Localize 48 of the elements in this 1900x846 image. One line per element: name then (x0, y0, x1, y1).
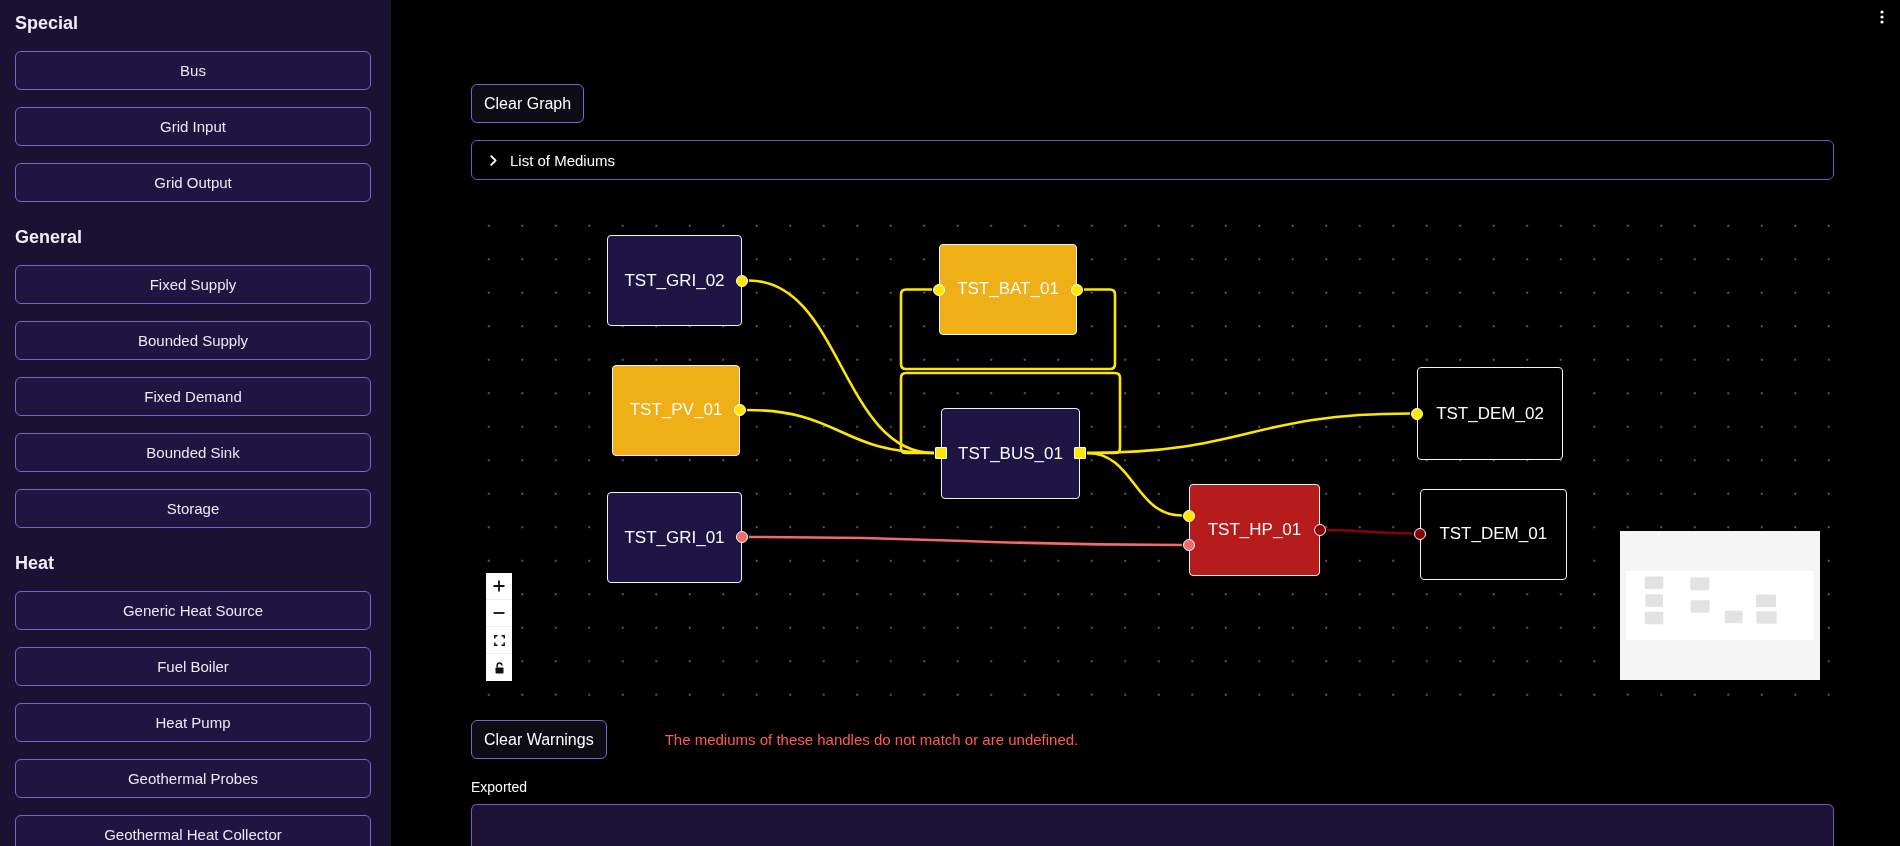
warning-message: The mediums of these handles do not match or are undefined. (664, 731, 1079, 748)
node-label: TST_GRI_02 (624, 270, 725, 291)
minimap-node (1645, 594, 1663, 607)
component-button[interactable]: Fuel Boiler (15, 647, 371, 686)
fit-view-icon (493, 634, 505, 646)
node-label: TST_HP_01 (1207, 519, 1302, 540)
minus-icon (493, 612, 505, 614)
component-button[interactable]: Generic Heat Source (15, 591, 371, 630)
node-label: TST_GRI_01 (624, 527, 725, 548)
minimap-node (1756, 611, 1777, 624)
component-button[interactable]: Fixed Demand (15, 377, 371, 416)
component-button[interactable]: Bus (15, 51, 371, 90)
more-options-icon[interactable] (1880, 10, 1884, 24)
graph-node[interactable]: TST_HP_01 (1189, 484, 1320, 576)
connection-handle[interactable] (1183, 539, 1195, 551)
component-button[interactable]: Bounded Sink (15, 433, 371, 472)
graph-node[interactable]: TST_GRI_02 (607, 235, 742, 326)
section-heading: Special (15, 12, 80, 34)
node-label: TST_DEM_02 (1436, 403, 1544, 424)
component-button[interactable]: Grid Output (15, 163, 371, 202)
graph-node[interactable]: TST_DEM_02 (1417, 367, 1563, 460)
minimap-node (1690, 600, 1710, 613)
section-heading: General (15, 226, 84, 248)
export-label: Exported (471, 779, 528, 796)
graph-node[interactable]: TST_DEM_01 (1419, 488, 1567, 580)
clear-warnings-button[interactable]: Clear Warnings (471, 720, 607, 759)
component-button[interactable]: Geothermal Probes (15, 759, 371, 798)
node-label: TST_PV_01 (629, 400, 723, 421)
connection-handle[interactable] (1413, 527, 1426, 540)
graph-node[interactable]: TST_BUS_01 (941, 408, 1080, 499)
graph-node[interactable]: TST_GRI_01 (607, 492, 742, 583)
component-button[interactable]: Fixed Supply (15, 265, 371, 304)
component-button[interactable]: Heat Pump (15, 703, 371, 742)
component-button[interactable]: Bounded Supply (15, 321, 371, 360)
node-label: TST_DEM_01 (1439, 524, 1548, 545)
section-heading: Heat (15, 552, 55, 574)
node-label: TST_BAT_01 (957, 279, 1059, 300)
component-button[interactable]: Grid Input (15, 107, 371, 146)
connection-line[interactable] (749, 535, 1182, 547)
plus-icon (493, 580, 505, 592)
mediums-disclosure[interactable]: List of Mediums (471, 140, 1834, 180)
connection-handle[interactable] (935, 447, 947, 459)
component-button[interactable]: Geothermal Heat Collector (15, 815, 371, 846)
connection-handle[interactable] (1074, 447, 1086, 459)
clear-graph-button[interactable]: Clear Graph (471, 84, 585, 123)
node-label: TST_BUS_01 (958, 443, 1063, 464)
component-button[interactable]: Storage (15, 489, 371, 528)
export-textarea[interactable] (471, 804, 1834, 846)
